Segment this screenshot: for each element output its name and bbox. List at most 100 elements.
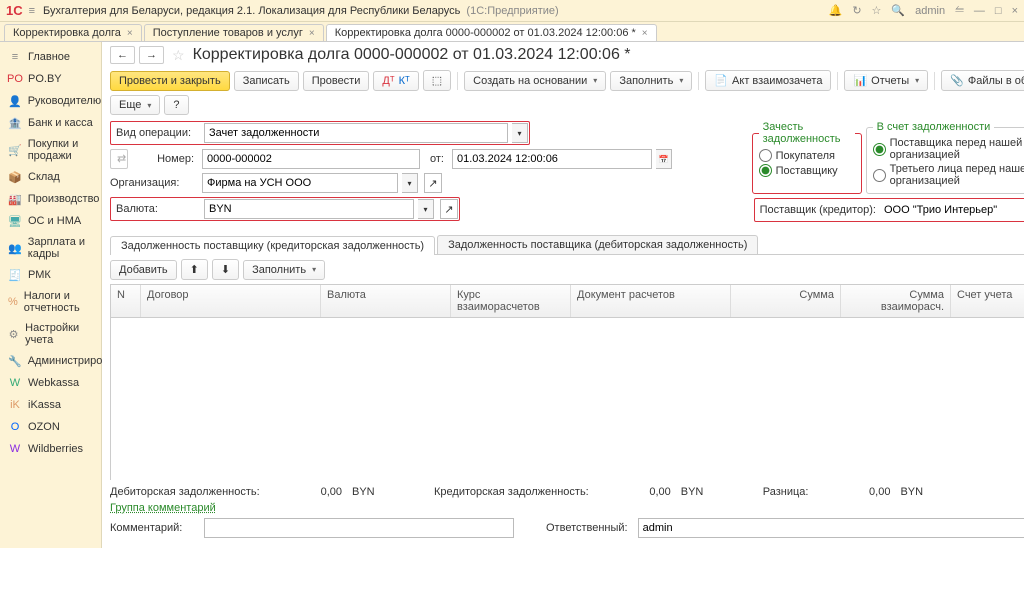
caps-icon[interactable]: ⥪ — [955, 4, 964, 17]
files-label: Файлы в облаке — [968, 75, 1024, 87]
supplier-input[interactable] — [880, 200, 1024, 220]
fill-button[interactable]: Заполнить — [610, 71, 692, 91]
num-input[interactable] — [202, 149, 420, 169]
sidebar-item[interactable]: 🛒Покупки и продажи — [0, 134, 101, 166]
tab-debitor[interactable]: Задолженность поставщика (дебиторская за… — [437, 235, 758, 254]
sidebar-item[interactable]: ⚙Настройки учета — [0, 318, 101, 350]
switch-icon[interactable]: ⇄ — [110, 149, 128, 169]
col-sum[interactable]: Сумма — [731, 285, 841, 317]
tab-2[interactable]: Корректировка долга 0000-000002 от 01.03… — [326, 24, 657, 41]
radio-label: Поставщика перед нашей организацией — [890, 137, 1024, 161]
dt-kt-button[interactable]: ДᵀКᵀ — [373, 71, 418, 91]
col-n[interactable]: N — [111, 285, 141, 317]
sidebar-label: Производство — [28, 193, 100, 205]
radio-third-party[interactable]: Третьего лица перед нашей организацией — [873, 163, 1024, 187]
sidebar-item[interactable]: 🏭Производство — [0, 188, 101, 210]
open-icon[interactable]: ↗ — [424, 173, 442, 193]
resp-input[interactable] — [638, 518, 1024, 538]
calendar-icon[interactable]: 📅 — [656, 149, 672, 169]
dropdown-icon[interactable]: ▾ — [512, 123, 528, 143]
sidebar-item[interactable]: 👤Руководителю — [0, 90, 101, 112]
tab-0[interactable]: Корректировка долга× — [4, 24, 142, 41]
sidebar-item[interactable]: 🏦 Банк и касса — [0, 112, 101, 134]
more-button[interactable]: Еще — [110, 95, 160, 115]
sidebar-item[interactable]: 📦Склад — [0, 166, 101, 188]
sidebar-item[interactable]: OOZON — [0, 416, 101, 438]
sidebar-item[interactable]: POPO.BY — [0, 68, 101, 90]
sidebar-item[interactable]: 👥Зарплата и кадры — [0, 232, 101, 264]
post-button[interactable]: Провести — [303, 71, 370, 91]
sidebar-label: Банк и касса — [28, 117, 93, 129]
col-contract[interactable]: Договор — [141, 285, 321, 317]
col-account[interactable]: Счет учета — [951, 285, 1024, 317]
save-button[interactable]: Записать — [234, 71, 299, 91]
sidebar-item[interactable]: WWildberries — [0, 438, 101, 460]
sidebar-item[interactable]: WWebkassa — [0, 372, 101, 394]
dropdown-icon[interactable]: ▾ — [402, 173, 418, 193]
sidebar-label: Главное — [28, 51, 70, 63]
sidebar-label: ОС и НМА — [28, 215, 81, 227]
sidebar-icon: 🔧 — [8, 354, 22, 368]
radio-buyer[interactable]: Покупателя — [759, 149, 855, 162]
sidebar-item[interactable]: ≡Главное — [0, 46, 101, 68]
sidebar-item[interactable]: 🔧Администрирование — [0, 350, 101, 372]
bell-icon[interactable]: 🔔 — [829, 4, 843, 17]
maximize-icon[interactable]: □ — [995, 5, 1002, 17]
window-tabs: Корректировка долга× Поступление товаров… — [0, 22, 1024, 42]
forward-button[interactable]: → — [139, 46, 164, 64]
close-icon[interactable]: × — [309, 28, 315, 39]
favorite-icon[interactable]: ☆ — [172, 47, 185, 64]
radio-supplier-org[interactable]: Поставщика перед нашей организацией — [873, 137, 1024, 161]
sidebar-item[interactable]: 🧾РМК — [0, 264, 101, 286]
move-down-button[interactable]: ⬇ — [212, 259, 239, 280]
close-icon[interactable]: × — [1012, 5, 1018, 17]
sidebar-icon: 👥 — [8, 241, 22, 255]
create-based-button[interactable]: Создать на основании — [464, 71, 606, 91]
user-label[interactable]: admin — [915, 5, 945, 17]
tab-label: Поступление товаров и услуг — [153, 27, 303, 39]
num-label: Номер: — [132, 153, 198, 165]
files-button[interactable]: 📎Файлы в облаке — [941, 70, 1024, 91]
add-button[interactable]: Добавить — [110, 260, 177, 280]
sidebar-icon: 🏦 — [8, 116, 22, 130]
op-input[interactable] — [204, 123, 508, 143]
org-input[interactable] — [202, 173, 398, 193]
sidebar-label: Склад — [28, 171, 60, 183]
sidebar-item[interactable]: 🖥ОС и НМА — [0, 210, 101, 232]
star-icon[interactable]: ☆ — [872, 4, 882, 17]
cur-input[interactable] — [204, 199, 414, 219]
col-sum-calc[interactable]: Сумма взаиморасч. — [841, 285, 951, 317]
grid-body[interactable] — [111, 318, 1024, 598]
sidebar-label: iKassa — [28, 399, 61, 411]
reports-button[interactable]: 📊Отчеты — [844, 70, 928, 91]
open-icon[interactable]: ↗ — [440, 199, 458, 219]
minimize-icon[interactable]: — — [974, 5, 985, 17]
col-rate[interactable]: Курс взаиморасчетов — [451, 285, 571, 317]
date-input[interactable] — [452, 149, 652, 169]
tab-creditor[interactable]: Задолженность поставщику (кредиторская з… — [110, 236, 435, 255]
close-icon[interactable]: × — [642, 28, 648, 39]
sidebar-item[interactable]: %Налоги и отчетность — [0, 286, 101, 318]
col-doc[interactable]: Документ расчетов — [571, 285, 731, 317]
post-close-button[interactable]: Провести и закрыть — [110, 71, 230, 91]
sidebar-icon: W — [8, 376, 22, 390]
help-button[interactable]: ? — [164, 95, 188, 115]
app-title: Бухгалтерия для Беларуси, редакция 2.1. … — [43, 5, 460, 17]
tab-1[interactable]: Поступление товаров и услуг × — [144, 24, 324, 41]
back-button[interactable]: ← — [110, 46, 135, 64]
diff-cur: BYN — [900, 486, 930, 498]
close-icon[interactable]: × — [127, 28, 133, 39]
fill-grid-button[interactable]: Заполнить — [243, 260, 325, 280]
act-button[interactable]: 📄Акт взаимозачета — [705, 70, 831, 91]
history-icon[interactable]: ↻ — [852, 4, 861, 17]
comment-group-link[interactable]: Группа комментарий — [110, 502, 216, 514]
search-icon[interactable]: 🔍 — [891, 4, 905, 17]
dropdown-icon[interactable]: ▾ — [418, 199, 434, 219]
structure-button[interactable]: ⬚ — [423, 70, 451, 91]
comment-input[interactable] — [204, 518, 514, 538]
sidebar-item[interactable]: iKiKassa — [0, 394, 101, 416]
radio-supplier[interactable]: Поставщику — [759, 164, 855, 177]
move-up-button[interactable]: ⬆ — [181, 259, 208, 280]
col-currency[interactable]: Валюта — [321, 285, 451, 317]
menu-icon[interactable]: ≡ — [29, 5, 35, 17]
